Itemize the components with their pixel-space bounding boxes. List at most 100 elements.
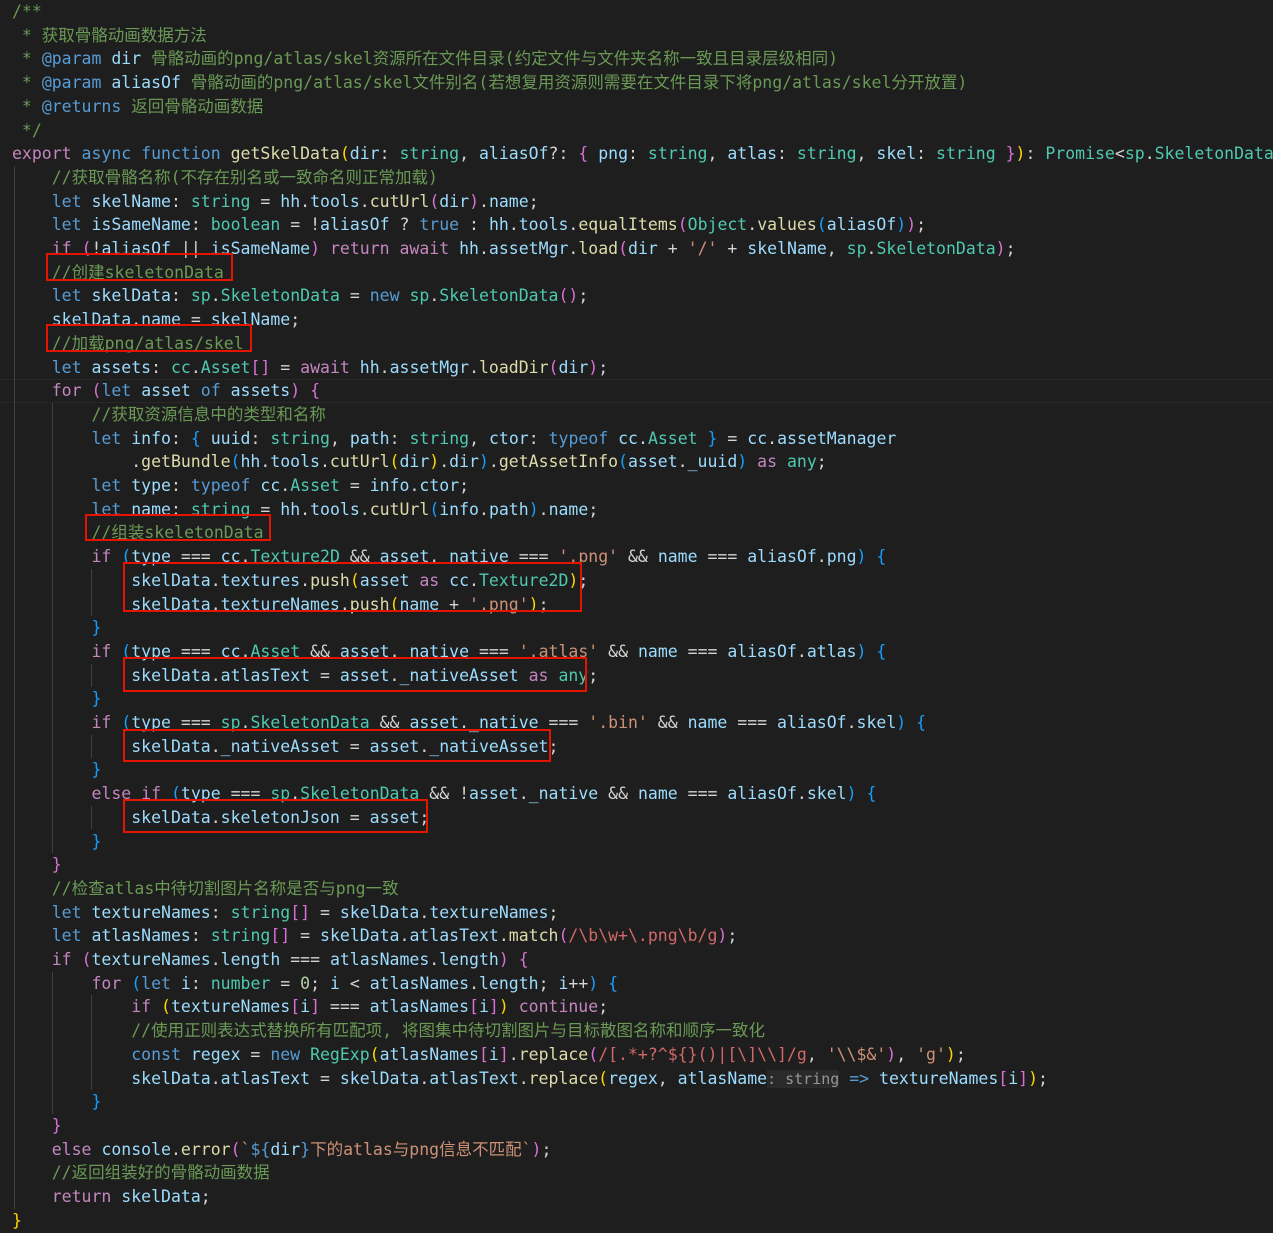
code-token: ` [240, 1139, 251, 1159]
code-token: . [479, 499, 489, 519]
code-line[interactable]: else console.error(`${dir}下的atlas与png信息不… [12, 1138, 552, 1162]
code-token: aliasOf [478, 144, 549, 164]
code-line[interactable]: * @returns 返回骨骼动画数据 [12, 95, 263, 119]
code-token: : [459, 215, 489, 235]
code-token: + [657, 239, 688, 258]
code-token: Asset [290, 476, 340, 495]
code-token: cutUrl [369, 499, 430, 519]
code-line[interactable]: if (textureNames.length === atlasNames.l… [12, 948, 529, 972]
code-token: : [250, 428, 271, 448]
code-line[interactable]: let assets: cc.Asset[] = await hh.assetM… [12, 356, 608, 380]
code-line[interactable]: /** [12, 0, 42, 24]
code-token: . [190, 357, 201, 377]
code-line[interactable]: let type: typeof cc.Asset = info.ctor; [12, 474, 469, 498]
code-line[interactable]: let info: { uuid: string, path: string, … [12, 427, 896, 451]
code-line[interactable]: //使用正则表达式替换所有匹配项, 将图集中待切割图片与目标散图名称和顺序一致化 [12, 1019, 765, 1043]
code-line[interactable]: .getBundle(hh.tools.cutUrl(dir).dir).get… [12, 450, 827, 474]
code-line[interactable]: } [12, 758, 101, 782]
code-token: textureNames [170, 997, 291, 1017]
code-token: tools [310, 499, 360, 519]
code-token: if [91, 547, 112, 567]
code-line[interactable]: //返回组装好的骨骼动画数据 [12, 1161, 270, 1185]
code-line[interactable]: export async function getSkelData(dir: s… [12, 142, 1273, 166]
code-token: < [339, 973, 370, 993]
code-token: ( [558, 286, 569, 306]
code-line[interactable]: skelData.atlasText = skelData.atlasText.… [12, 1067, 1048, 1091]
code-line[interactable]: //获取资源信息中的类型和名称 [12, 403, 325, 427]
code-line[interactable]: for (let asset of assets) { [12, 379, 320, 403]
code-token: ) [498, 997, 509, 1017]
code-token: : [379, 144, 400, 164]
code-token: = [240, 1044, 271, 1064]
code-line[interactable]: if (textureNames[i] === atlasNames[i]) c… [12, 995, 608, 1019]
code-token: [ [290, 997, 301, 1017]
code-line[interactable]: let skelName: string = hh.tools.cutUrl(d… [12, 190, 539, 214]
code-line[interactable]: const regex = new RegExp(atlasNames[i].r… [12, 1043, 966, 1067]
code-line[interactable]: let skelData: sp.SkeletonData = new sp.S… [12, 284, 589, 308]
code-line[interactable]: } [12, 1209, 22, 1233]
code-token: ? [389, 215, 420, 235]
code-line[interactable]: * 获取骨骼动画数据方法 [12, 24, 207, 48]
code-line[interactable]: } [12, 1114, 62, 1138]
code-token: = [270, 973, 301, 993]
code-editor[interactable]: /** * 获取骨骼动画数据方法 * @param dir 骨骼动画的png/a… [0, 0, 1273, 1230]
code-token: getBundle [141, 452, 231, 472]
code-line[interactable]: let textureNames: string[] = skelData.te… [12, 901, 559, 925]
code-line[interactable]: //获取骨骼名称(不存在别名或一致命名则正常加载) [12, 166, 438, 190]
code-token: dir [439, 191, 470, 211]
code-line[interactable]: //检查atlas中待切割图片名称是否与png一致 [12, 877, 399, 901]
code-token: regex [608, 1068, 658, 1088]
code-token: cc [747, 428, 768, 448]
code-token: SkeletonData [1154, 144, 1273, 164]
code-token: skelData [91, 286, 171, 306]
code-line[interactable]: } [12, 830, 101, 854]
code-token: . [419, 902, 430, 922]
code-token: hh [280, 191, 301, 211]
code-line[interactable]: } [12, 687, 101, 711]
code-line[interactable]: } [12, 853, 62, 877]
code-line[interactable]: let atlasNames: string[] = skelData.atla… [12, 924, 738, 948]
code-line[interactable]: for (let i: number = 0; i < atlasNames.l… [12, 972, 618, 996]
code-token: . [300, 499, 311, 519]
code-token: '\\$&' [826, 1044, 887, 1064]
code-line[interactable]: } [12, 1090, 101, 1114]
code-token: hh [280, 499, 301, 519]
code-token: let [51, 902, 82, 922]
code-token: string [270, 428, 330, 448]
code-token: const [131, 1044, 181, 1064]
annotation-highlight-box [46, 253, 233, 281]
code-token: ; [538, 973, 559, 993]
code-token: . [796, 784, 807, 804]
code-token: let [51, 926, 82, 946]
code-token: } [1005, 144, 1016, 164]
code-line[interactable]: */ [12, 119, 42, 143]
code-token: string [230, 902, 291, 922]
code-line[interactable]: * @param aliasOf 骨骼动画的png/atlas/skel文件别名… [12, 71, 967, 95]
code-line[interactable]: } [12, 616, 101, 640]
code-token: atlasText [409, 926, 499, 946]
code-token: cutUrl [369, 191, 430, 211]
code-line[interactable]: return skelData; [12, 1185, 211, 1209]
code-token: ++ [568, 973, 589, 993]
code-token: await [300, 357, 350, 377]
code-token: } [300, 1139, 311, 1159]
code-token: , [896, 1044, 917, 1064]
code-token: : [916, 144, 937, 164]
code-token: ) [945, 1044, 956, 1064]
code-line[interactable]: let isSameName: boolean = !aliasOf ? tru… [12, 213, 926, 237]
code-line[interactable]: * @param dir 骨骼动画的png/atlas/skel资源所在文件目录… [12, 47, 838, 71]
annotation-highlight-box [123, 657, 587, 692]
code-token: assetMgr [389, 357, 470, 377]
code-token: < [1114, 144, 1125, 164]
code-token: ) [896, 215, 907, 235]
